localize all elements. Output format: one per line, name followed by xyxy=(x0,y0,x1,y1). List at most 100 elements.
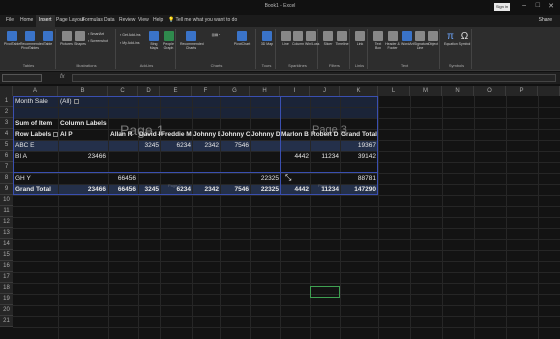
row-header[interactable]: 3 xyxy=(0,118,13,129)
signature-icon xyxy=(415,31,425,41)
row-header[interactable]: 9 xyxy=(0,184,13,195)
get-add-ins-button[interactable]: ▪ Get Add-ins xyxy=(120,33,146,37)
pivottable-button[interactable]: PivotTable xyxy=(4,31,20,46)
wordart-button[interactable]: WordArt xyxy=(401,31,414,46)
formula-input[interactable] xyxy=(72,74,556,82)
active-cell[interactable] xyxy=(310,286,340,298)
column-header[interactable]: J xyxy=(310,86,340,96)
row-header[interactable]: 16 xyxy=(0,261,13,272)
sparkline-winloss-button[interactable]: Win/Loss xyxy=(305,31,319,46)
column-header[interactable]: F xyxy=(192,86,220,96)
name-box[interactable] xyxy=(2,74,42,82)
pivottable-icon xyxy=(6,31,17,41)
row-header[interactable]: 8 xyxy=(0,173,13,184)
row-header[interactable]: 7 xyxy=(0,162,13,173)
screenshot-button[interactable]: ▪ Screenshot xyxy=(88,39,114,43)
line-sparkline-icon xyxy=(280,31,291,41)
column-header[interactable] xyxy=(538,86,560,96)
row-header[interactable]: 21 xyxy=(0,316,13,327)
row-header[interactable]: 11 xyxy=(0,206,13,217)
tab-review[interactable]: Review xyxy=(119,17,135,23)
3d-map-button[interactable]: 3D Map xyxy=(260,31,274,46)
column-header[interactable]: L xyxy=(378,86,410,96)
row-header[interactable]: 4 xyxy=(0,129,13,140)
shapes-icon xyxy=(75,31,85,41)
minimize-icon[interactable]: – xyxy=(522,2,526,9)
people-graph-button[interactable]: People Graph xyxy=(162,31,175,50)
column-header[interactable]: H xyxy=(250,86,280,96)
sign-in-button[interactable]: Sign in xyxy=(494,3,510,11)
chart-types-button[interactable]: ▥▤◔ xyxy=(204,33,228,37)
column-header[interactable]: N xyxy=(442,86,474,96)
symbol-button[interactable]: Ω Symbol xyxy=(458,31,471,46)
pictures-button[interactable]: Pictures xyxy=(60,31,73,46)
column-header[interactable]: G xyxy=(220,86,250,96)
timeline-button[interactable]: Timeline xyxy=(335,31,349,46)
maximize-icon[interactable]: □ xyxy=(536,2,540,9)
row-header[interactable]: 5 xyxy=(0,140,13,151)
column-header[interactable]: C xyxy=(108,86,138,96)
row-header[interactable]: 10 xyxy=(0,195,13,206)
worksheet-grid[interactable]: A B C D E F G H I J K L M N O P 1 2 3 4 … xyxy=(0,86,560,339)
row-header[interactable]: 6 xyxy=(0,151,13,162)
table-button[interactable]: Table xyxy=(42,31,54,46)
my-add-ins-button[interactable]: ▪ My Add-ins xyxy=(120,41,146,45)
group-filters: Slicer Timeline Filters xyxy=(320,29,350,69)
tell-me-search[interactable]: 💡 Tell me what you want to do xyxy=(168,17,237,23)
group-sparklines: Line Column Win/Loss Sparklines xyxy=(278,29,319,69)
group-text: Text Box Header & Footer WordArt Signatu… xyxy=(370,29,440,69)
fx-icon[interactable]: fx xyxy=(60,74,65,80)
smartart-button[interactable]: ▪ SmartArt xyxy=(88,32,114,36)
tab-home[interactable]: Home xyxy=(20,17,33,23)
tab-page-layout[interactable]: Page Layout xyxy=(56,17,84,23)
recommended-charts-button[interactable]: Recommended Charts xyxy=(180,31,204,50)
row-header[interactable]: 20 xyxy=(0,305,13,316)
tab-insert[interactable]: Insert xyxy=(36,15,55,27)
pi-icon: π xyxy=(447,31,454,42)
header-footer-button[interactable]: Header & Footer xyxy=(385,31,400,50)
column-header[interactable]: B xyxy=(58,86,108,96)
signature-line-button[interactable]: Signature Line xyxy=(414,31,429,50)
tab-data[interactable]: Data xyxy=(104,17,115,23)
pivotchart-button[interactable]: PivotChart xyxy=(232,31,252,46)
close-icon[interactable]: ✕ xyxy=(548,2,554,10)
tab-help[interactable]: Help xyxy=(153,17,163,23)
row-header[interactable]: 18 xyxy=(0,283,13,294)
row-header[interactable]: 12 xyxy=(0,217,13,228)
column-header[interactable]: A xyxy=(13,86,58,96)
text-box-button[interactable]: Text Box xyxy=(372,31,384,50)
object-button[interactable]: Object xyxy=(427,31,439,46)
row-header[interactable]: 17 xyxy=(0,272,13,283)
pivotchart-icon xyxy=(237,31,247,41)
row-header[interactable]: 2 xyxy=(0,107,13,118)
sparkline-line-button[interactable]: Line xyxy=(280,31,291,46)
row-header[interactable]: 13 xyxy=(0,228,13,239)
column-header[interactable]: K xyxy=(340,86,378,96)
row-header[interactable]: 14 xyxy=(0,239,13,250)
people-graph-icon xyxy=(163,31,174,41)
row-header[interactable]: 15 xyxy=(0,250,13,261)
shapes-button[interactable]: Shapes xyxy=(74,31,86,46)
wordart-icon xyxy=(402,31,412,41)
tab-view[interactable]: View xyxy=(138,17,149,23)
group-label: Tables xyxy=(22,63,35,68)
row-header[interactable]: 1 xyxy=(0,96,13,107)
equation-button[interactable]: π Equation xyxy=(444,31,458,46)
group-links: Link Links xyxy=(352,29,368,69)
bing-maps-button[interactable]: Bing Maps xyxy=(148,31,160,50)
sparkline-column-button[interactable]: Column xyxy=(292,31,304,46)
tab-file[interactable]: File xyxy=(6,17,14,23)
column-header[interactable]: O xyxy=(474,86,506,96)
select-all-corner[interactable] xyxy=(0,86,13,96)
column-header[interactable]: I xyxy=(280,86,310,96)
slicer-button[interactable]: Slicer xyxy=(322,31,334,46)
column-header[interactable]: D xyxy=(138,86,160,96)
column-header[interactable]: E xyxy=(160,86,192,96)
tab-formulas[interactable]: Formulas xyxy=(82,17,103,23)
recommended-pivottables-button[interactable]: Recommended PivotTables xyxy=(20,31,44,50)
row-header[interactable]: 19 xyxy=(0,294,13,305)
share-button[interactable]: Share xyxy=(539,17,552,23)
column-header[interactable]: M xyxy=(410,86,442,96)
column-header[interactable]: P xyxy=(506,86,538,96)
link-button[interactable]: Link xyxy=(354,31,366,46)
